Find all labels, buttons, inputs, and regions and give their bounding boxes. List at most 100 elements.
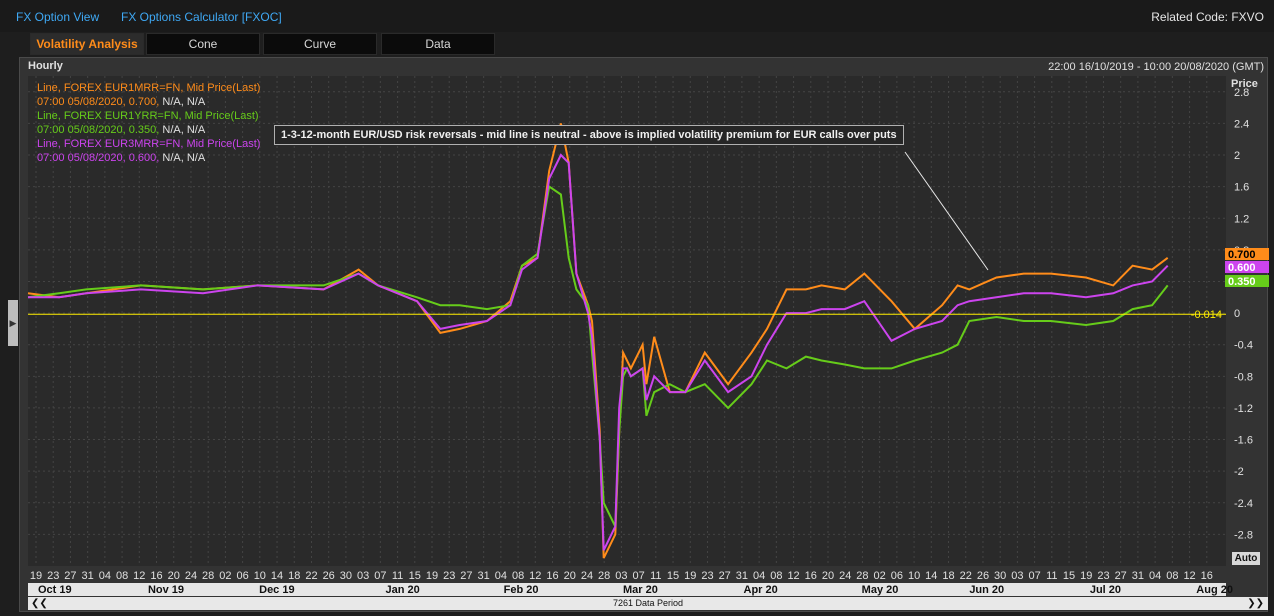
- legend-series-1-last: 07:00 05/08/2020, 0.700,: [37, 96, 160, 108]
- y-tick-label: 2: [1234, 150, 1240, 162]
- x-tick-label: 27: [460, 570, 472, 582]
- x-tick-label: 15: [409, 570, 421, 582]
- x-tick-label: 26: [323, 570, 335, 582]
- legend-series-2-title: Line, FOREX EUR1YRR=FN, Mid Price(Last): [37, 110, 259, 122]
- x-month-label: Oct 19: [38, 584, 72, 596]
- x-tick-label: 11: [392, 570, 403, 582]
- x-tick-label: 30: [340, 570, 352, 582]
- legend-series-3-na: N/A, N/A: [159, 152, 206, 164]
- chart-annotation[interactable]: 1-3-12-month EUR/USD risk reversals - mi…: [274, 125, 904, 145]
- legend-series-1-value: 07:00 05/08/2020, 0.700, N/A, N/A: [37, 95, 260, 109]
- x-tick-label: 10: [908, 570, 920, 582]
- x-tick-label: 19: [30, 570, 42, 582]
- value-tag-label-3: 0.350: [1228, 276, 1256, 288]
- x-tick-label: 23: [443, 570, 455, 582]
- x-tick-label: 12: [1183, 570, 1195, 582]
- x-tick-label: 07: [632, 570, 644, 582]
- x-tick-label: 08: [1166, 570, 1178, 582]
- x-tick-label: 27: [1115, 570, 1127, 582]
- legend-series-2-na: N/A, N/A: [159, 124, 206, 136]
- x-tick-label: 07: [374, 570, 386, 582]
- x-tick-label: 24: [185, 570, 197, 582]
- x-tick-label: 24: [839, 570, 851, 582]
- x-tick-label: 31: [82, 570, 94, 582]
- x-month-label: Dec 19: [259, 584, 294, 596]
- legend-series-3-value: 07:00 05/08/2020, 0.600, N/A, N/A: [37, 151, 260, 165]
- x-month-label: Jun 20: [969, 584, 1004, 596]
- x-tick-label: 02: [219, 570, 231, 582]
- y-tick-label: -2.8: [1234, 529, 1253, 541]
- x-tick-label: 15: [667, 570, 679, 582]
- x-tick-label: 28: [598, 570, 610, 582]
- x-tick-label: 18: [942, 570, 954, 582]
- x-tick-label: 19: [426, 570, 438, 582]
- x-tick-label: 12: [133, 570, 145, 582]
- y-axis-title: Price: [1231, 78, 1258, 90]
- x-tick-label: 19: [684, 570, 696, 582]
- x-tick-label: 04: [495, 570, 507, 582]
- x-tick-label: 04: [753, 570, 765, 582]
- x-tick-label: 23: [47, 570, 59, 582]
- x-tick-label: 31: [736, 570, 748, 582]
- value-tag-label-2: 0.600: [1228, 262, 1256, 274]
- x-tick-label: 16: [1201, 570, 1213, 582]
- x-tick-label: 22: [305, 570, 317, 582]
- x-tick-label: 31: [478, 570, 490, 582]
- legend-series-2-last: 07:00 05/08/2020, 0.350,: [37, 124, 160, 136]
- x-tick-label: 03: [1011, 570, 1023, 582]
- x-tick-label: 12: [787, 570, 799, 582]
- x-month-label: Apr 20: [744, 584, 778, 596]
- y-tick-label: -2.4: [1234, 498, 1253, 510]
- x-tick-label: 22: [960, 570, 972, 582]
- x-tick-label: 03: [615, 570, 627, 582]
- x-tick-label: 18: [288, 570, 300, 582]
- x-tick-label: 14: [271, 570, 283, 582]
- x-tick-label: 02: [874, 570, 886, 582]
- x-tick-label: 12: [529, 570, 541, 582]
- x-tick-label: 20: [564, 570, 576, 582]
- x-tick-label: 28: [856, 570, 868, 582]
- y-tick-label: 1.6: [1234, 182, 1249, 194]
- x-tick-label: 06: [891, 570, 903, 582]
- x-axis-ticks: 19 23 27 31 04 08 12 16 20 24 28 02 06 10 14 18 22 26 30 03…: [28, 570, 1233, 596]
- x-month-label: Aug 20: [1196, 584, 1233, 596]
- x-tick-label: 16: [150, 570, 162, 582]
- y-axis-ticks: 2.82.421.61.20.80.40-0.4-0.8-1.2-1.6-2-2…: [1234, 87, 1253, 542]
- reference-line-label: -0.014: [1191, 309, 1222, 321]
- y-tick-label: 2.4: [1234, 118, 1249, 130]
- x-tick-label: 24: [581, 570, 593, 582]
- x-tick-label: 30: [994, 570, 1006, 582]
- data-period-label: 7261 Data Period: [612, 598, 684, 608]
- x-tick-label: 04: [99, 570, 111, 582]
- legend-series-1-title: Line, FOREX EUR1MRR=FN, Mid Price(Last): [37, 82, 261, 94]
- x-tick-label: 11: [1046, 570, 1057, 582]
- x-tick-label: 08: [770, 570, 782, 582]
- time-scrollbar[interactable]: ❮❮ 7261 Data Period ❯❯: [28, 597, 1268, 610]
- x-tick-label: 26: [977, 570, 989, 582]
- x-tick-label: 20: [168, 570, 180, 582]
- x-tick-label: 08: [512, 570, 524, 582]
- last-value-tags: 0.7000.600 0.350: [1225, 248, 1269, 288]
- y-tick-label: -0.4: [1234, 340, 1253, 352]
- y-tick-label: -1.6: [1234, 435, 1253, 447]
- x-tick-label: 15: [1063, 570, 1075, 582]
- x-tick-label: 23: [1097, 570, 1109, 582]
- auto-scale-button[interactable]: Auto: [1232, 552, 1260, 565]
- x-tick-label: 23: [701, 570, 713, 582]
- x-tick-label: 28: [202, 570, 214, 582]
- x-tick-label: 16: [546, 570, 558, 582]
- legend-series-3-title: Line, FOREX EUR3MRR=FN, Mid Price(Last): [37, 138, 261, 150]
- x-month-label: Nov 19: [148, 584, 184, 596]
- x-month-label: Feb 20: [504, 584, 539, 596]
- value-tag-label-1: 0.700: [1228, 249, 1256, 261]
- y-tick-label: 1.2: [1234, 213, 1249, 225]
- x-tick-label: 31: [1132, 570, 1144, 582]
- x-month-label: Mar 20: [623, 584, 658, 596]
- legend-series-1-na: N/A, N/A: [159, 96, 206, 108]
- x-tick-label: 06: [236, 570, 248, 582]
- x-tick-label: 08: [116, 570, 128, 582]
- y-tick-label: -1.2: [1234, 403, 1253, 415]
- scroll-right-icon[interactable]: ❯❯: [1247, 597, 1264, 610]
- x-tick-label: 03: [357, 570, 369, 582]
- legend-series-2-value: 07:00 05/08/2020, 0.350, N/A, N/A: [37, 123, 260, 137]
